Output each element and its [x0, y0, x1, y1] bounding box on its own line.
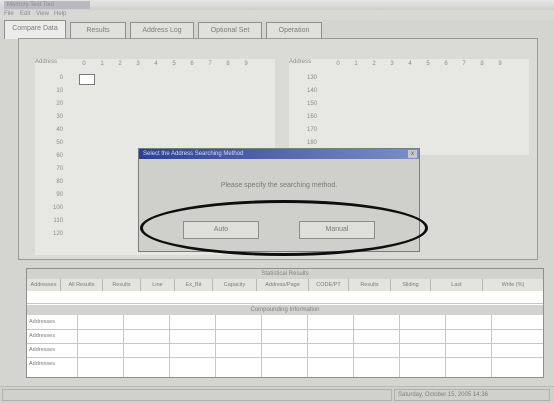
tab-address-log[interactable]: Address Log: [130, 22, 194, 38]
column-header: Addresses: [27, 279, 61, 291]
column-header: All Results: [61, 279, 103, 291]
menu-file[interactable]: File: [4, 11, 14, 17]
col-label: 3: [136, 61, 140, 67]
row-label: 120: [52, 231, 63, 237]
window-title: Memory Test Tool: [4, 1, 90, 9]
menu-view[interactable]: View: [36, 11, 49, 17]
column-divider: [307, 315, 308, 377]
tab-results[interactable]: Results: [70, 22, 126, 38]
row-label: Addresses: [29, 347, 55, 353]
col-label: 2: [372, 61, 376, 67]
row-label: 50: [56, 140, 63, 146]
dialog-message: Please specify the searching method.: [220, 182, 338, 189]
statistics-header-row: Addresses All Results Results Line Ex_Bi…: [27, 279, 543, 291]
row-label: 170: [306, 127, 317, 133]
col-label: 8: [480, 61, 484, 67]
row-label: 0: [59, 75, 63, 81]
memory-grid-right: Address 0 1 2 3 4 5 6 7 8 9 130 140 150 …: [289, 59, 529, 155]
row-divider: [27, 329, 543, 330]
dialog-title: Select the Address Searching Method: [139, 149, 419, 159]
row-label: 70: [56, 166, 63, 172]
statistics-panel: Statistical Results Addresses All Result…: [26, 268, 544, 378]
col-label: 3: [390, 61, 394, 67]
col-label: 7: [462, 61, 466, 67]
col-label: 8: [226, 61, 230, 67]
column-header: Address/Page: [257, 279, 309, 291]
status-pane: [2, 389, 392, 401]
column-header: Line: [141, 279, 175, 291]
menu-help[interactable]: Help: [54, 11, 66, 17]
column-divider: [445, 315, 446, 377]
statistics-title: Statistical Results: [27, 269, 543, 279]
row-label: Addresses: [29, 319, 55, 325]
column-divider: [261, 315, 262, 377]
col-label: 2: [118, 61, 122, 67]
col-label: 1: [354, 61, 358, 67]
column-header: Last: [431, 279, 483, 291]
tab-strip: Compare Data Results Address Log Optiona…: [0, 20, 554, 39]
row-label: 180: [306, 140, 317, 146]
row-label: 80: [56, 179, 63, 185]
row-label: 110: [53, 218, 63, 224]
row-label: 20: [56, 101, 63, 107]
col-label: 0: [336, 61, 340, 67]
tab-compare-data[interactable]: Compare Data: [4, 20, 66, 39]
column-header: Capacity: [213, 279, 257, 291]
col-label: 9: [244, 61, 248, 67]
row-divider: [27, 357, 543, 358]
col-label: 4: [408, 61, 412, 67]
column-divider: [77, 315, 78, 377]
col-label: 1: [100, 61, 104, 67]
compounding-title: Compounding Information: [27, 305, 543, 315]
column-header: Sliding: [391, 279, 431, 291]
col-label: 0: [82, 61, 86, 67]
grid-left-header: Address: [35, 59, 58, 65]
column-header: Ex_Bit: [175, 279, 213, 291]
row-divider: [27, 343, 543, 344]
selected-cell[interactable]: [79, 74, 95, 85]
status-datetime: Saturday, October 15, 2005 14:36: [394, 389, 550, 401]
column-header: CODE/PT: [309, 279, 349, 291]
tab-optional-set[interactable]: Optional Set: [198, 22, 262, 38]
col-label: 4: [154, 61, 158, 67]
row-label: 10: [56, 88, 63, 94]
column-header: Results: [349, 279, 391, 291]
column-divider: [353, 315, 354, 377]
title-bar: Memory Test Tool: [0, 0, 554, 10]
row-label: 100: [52, 205, 63, 211]
column-divider: [491, 315, 492, 377]
menu-bar: File Edit View Help: [0, 10, 554, 20]
row-label: 130: [306, 75, 317, 81]
col-label: 7: [208, 61, 212, 67]
row-label: 150: [306, 101, 317, 107]
menu-edit[interactable]: Edit: [20, 11, 30, 17]
status-bar: Saturday, October 15, 2005 14:36: [0, 386, 554, 403]
column-divider: [215, 315, 216, 377]
col-label: 6: [444, 61, 448, 67]
column-divider: [123, 315, 124, 377]
row-divider: [27, 303, 543, 304]
column-divider: [169, 315, 170, 377]
column-divider: [399, 315, 400, 377]
column-header: Results: [103, 279, 141, 291]
highlight-oval: [140, 200, 428, 256]
col-label: 5: [426, 61, 430, 67]
close-icon[interactable]: x: [408, 150, 417, 158]
col-label: 6: [190, 61, 194, 67]
row-label: Addresses: [29, 361, 55, 367]
row-label: 60: [56, 153, 63, 159]
row-label: 30: [56, 114, 63, 120]
row-label: Addresses: [29, 333, 55, 339]
col-label: 9: [498, 61, 502, 67]
row-label: 160: [306, 114, 317, 120]
row-label: 40: [56, 127, 63, 133]
row-label: 90: [56, 192, 63, 198]
row-label: 140: [306, 88, 317, 94]
column-header: Write (%): [501, 282, 525, 288]
col-label: 5: [172, 61, 176, 67]
grid-right-header: Address: [289, 59, 312, 65]
tab-operation[interactable]: Operation: [266, 22, 322, 38]
